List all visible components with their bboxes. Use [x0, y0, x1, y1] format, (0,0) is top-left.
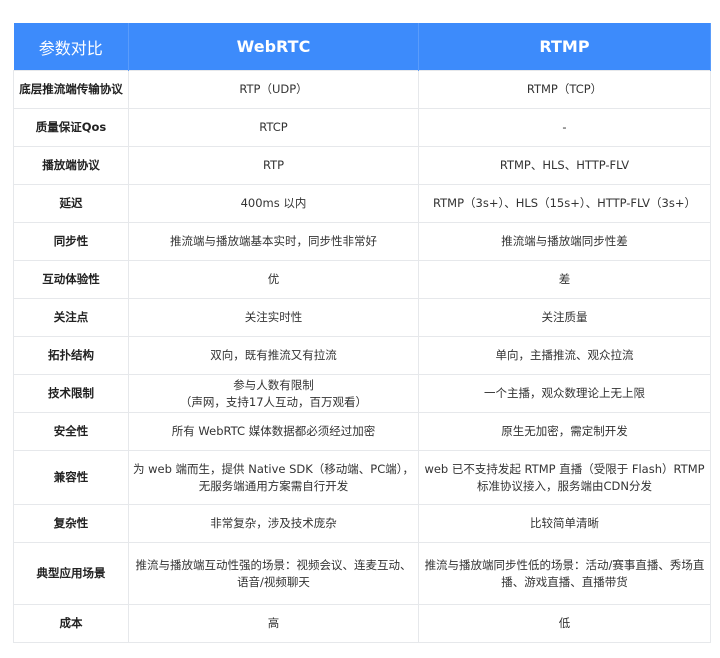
table-row: 成本高低: [13, 604, 711, 643]
header-rtmp: RTMP: [418, 23, 711, 71]
cell-webrtc: 高: [128, 604, 419, 643]
cell-param: 成本: [13, 604, 129, 643]
cell-webrtc: 400ms 以内: [128, 184, 419, 223]
comparison-table: 参数对比 WebRTC RTMP 底层推流端传输协议 RTP（UDP） RTMP（T…: [13, 23, 711, 643]
cell-webrtc: 关注实时性: [128, 298, 419, 337]
cell-rtmp: 原生无加密，需定制开发: [418, 412, 711, 451]
cell-param: 质量保证Qos: [13, 108, 129, 147]
cell-param: 典型应用场景: [13, 542, 129, 605]
cell-rtmp: 低: [418, 604, 711, 643]
cell-webrtc: 优: [128, 260, 419, 299]
table-row: 技术限制 参与人数有限制 （声网，支持17人互动，百万观看） 一个主播，观众数理论上…: [13, 374, 711, 413]
cell-param: 复杂性: [13, 504, 129, 543]
cell-rtmp: -: [418, 108, 711, 147]
cell-param: 延迟: [13, 184, 129, 223]
table-row: 安全性 所有 WebRTC 媒体数据都必须经过加密 原生无加密，需定制开发: [13, 412, 711, 451]
cell-webrtc: 参与人数有限制 （声网，支持17人互动，百万观看）: [128, 374, 419, 413]
cell-rtmp: RTMP（3s+）、HLS（15s+）、HTTP-FLV（3s+）: [418, 184, 711, 223]
cell-rtmp: 推流端与播放端同步性差: [418, 222, 711, 261]
cell-webrtc: 所有 WebRTC 媒体数据都必须经过加密: [128, 412, 419, 451]
cell-param: 技术限制: [13, 374, 129, 413]
cell-param: 同步性: [13, 222, 129, 261]
table-row: 兼容性为 web 端而生，提供 Native SDK（移动端、PC端），无服务端…: [13, 450, 711, 505]
cell-param: 互动体验性: [13, 260, 129, 299]
cell-rtmp: 比较简单清晰: [418, 504, 711, 543]
cell-rtmp: 一个主播，观众数理论上无上限: [418, 374, 711, 413]
cell-rtmp: web 已不支持发起 RTMP 直播（受限于 Flash）RTMP 标准协议接入…: [418, 450, 711, 505]
cell-rtmp: 关注质量: [418, 298, 711, 337]
cell-param: 兼容性: [13, 450, 129, 505]
cell-rtmp: RTMP、HLS、HTTP-FLV: [418, 146, 711, 185]
cell-webrtc: 非常复杂，涉及技术庞杂: [128, 504, 419, 543]
header-row: 参数对比 WebRTC RTMP: [13, 23, 711, 71]
table-row: 关注点 关注实时性 关注质量: [13, 298, 711, 337]
table-row: 底层推流端传输协议 RTP（UDP） RTMP（TCP）: [13, 70, 711, 109]
cell-webrtc: 推流与播放端互动性强的场景：视频会议、连麦互动、语音/视频聊天: [128, 542, 419, 605]
cell-webrtc: RTP: [128, 146, 419, 185]
cell-param: 播放端协议: [13, 146, 129, 185]
table-row: 同步性 推流端与播放端基本实时，同步性非常好 推流端与播放端同步性差: [13, 222, 711, 261]
cell-webrtc: 为 web 端而生，提供 Native SDK（移动端、PC端），无服务端通用方…: [128, 450, 419, 505]
table-row: 质量保证Qos RTCP -: [13, 108, 711, 147]
cell-webrtc: RTP（UDP）: [128, 70, 419, 109]
cell-webrtc: 推流端与播放端基本实时，同步性非常好: [128, 222, 419, 261]
cell-rtmp: 推流与播放端同步性低的场景：活动/赛事直播、秀场直播、游戏直播、直播带货: [418, 542, 711, 605]
cell-param: 关注点: [13, 298, 129, 337]
table-row: 延迟 400ms 以内 RTMP（3s+）、HLS（15s+）、HTTP-FLV（3…: [13, 184, 711, 223]
cell-webrtc: RTCP: [128, 108, 419, 147]
cell-rtmp: 差: [418, 260, 711, 299]
table-row: 典型应用场景 推流与播放端互动性强的场景：视频会议、连麦互动、语音/视频聊天 推流与…: [13, 542, 711, 605]
cell-param: 底层推流端传输协议: [13, 70, 129, 109]
table-row: 播放端协议 RTP RTMP、HLS、HTTP-FLV: [13, 146, 711, 185]
table-row: 拓扑结构 双向，既有推流又有拉流 单向，主播推流、观众拉流: [13, 336, 711, 375]
cell-param: 安全性: [13, 412, 129, 451]
cell-rtmp: 单向，主播推流、观众拉流: [418, 336, 711, 375]
header-param: 参数对比: [13, 23, 129, 71]
cell-rtmp: RTMP（TCP）: [418, 70, 711, 109]
cell-webrtc: 双向，既有推流又有拉流: [128, 336, 419, 375]
table-row: 复杂性 非常复杂，涉及技术庞杂 比较简单清晰: [13, 504, 711, 543]
table-row: 互动体验性优差: [13, 260, 711, 299]
header-webrtc: WebRTC: [128, 23, 419, 71]
cell-param: 拓扑结构: [13, 336, 129, 375]
